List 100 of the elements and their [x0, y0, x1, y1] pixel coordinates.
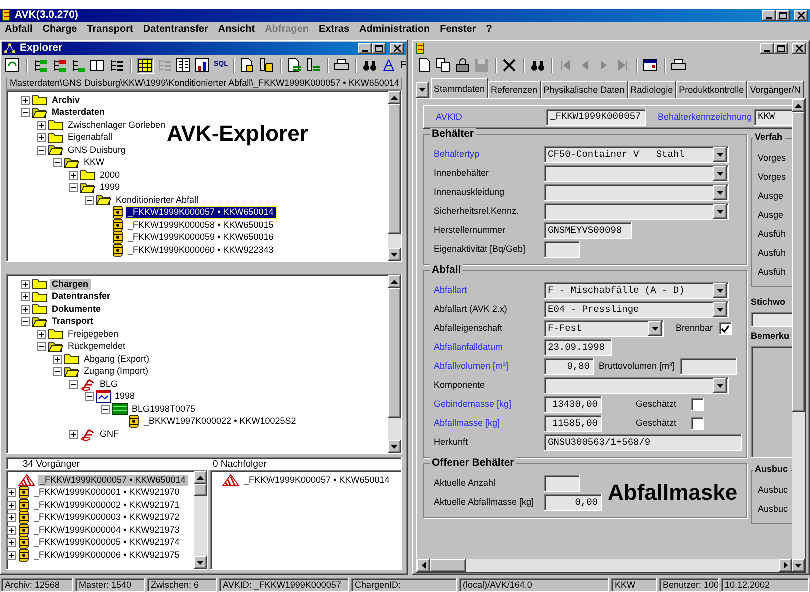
- input-field[interactable]: [544, 475, 580, 492]
- input-field[interactable]: _FKKW1999K000057: [546, 108, 646, 126]
- columns-icon[interactable]: [176, 58, 192, 73]
- tree-item[interactable]: 1999: [98, 182, 122, 194]
- tab[interactable]: Referenzen: [488, 81, 541, 98]
- tree-item[interactable]: Zugang (Import): [82, 366, 151, 378]
- lock-icon[interactable]: [455, 58, 471, 73]
- list-icon[interactable]: [306, 58, 322, 73]
- tree-item[interactable]: Zwischenlager Gorleben: [66, 120, 168, 131]
- copy-icon[interactable]: [436, 58, 452, 73]
- tab[interactable]: Vorgänger/N: [747, 81, 804, 98]
- tree-item[interactable]: _FKKW1999K000057 • KKW650014: [126, 207, 276, 218]
- expand-toggle[interactable]: [37, 133, 46, 142]
- tree-item[interactable]: GNF: [98, 428, 121, 440]
- tree-item[interactable]: _FKKW1999K000001 • KKW921970: [32, 487, 182, 498]
- expand-toggle[interactable]: [21, 280, 30, 289]
- collapse-toggle[interactable]: [53, 158, 62, 168]
- tree-item[interactable]: Archiv: [50, 94, 82, 106]
- collapse-toggle[interactable]: [101, 404, 110, 414]
- tree-item[interactable]: _FKKW1999K000060 • KKW922343: [126, 244, 276, 256]
- tree-item[interactable]: Abgang (Export): [82, 354, 152, 365]
- expand-toggle[interactable]: [7, 500, 16, 510]
- tree-item[interactable]: _FKKW1999K000058 • KKW650015: [126, 220, 276, 231]
- close-button[interactable]: [390, 43, 404, 54]
- menu-item[interactable]: Abfall: [5, 24, 33, 36]
- tree-item[interactable]: _FKKW1999K000005 • KKW921974: [32, 537, 182, 548]
- maximize-button[interactable]: [372, 43, 386, 54]
- tree-item[interactable]: Dokumente: [50, 304, 104, 315]
- input-field[interactable]: KKW: [754, 108, 792, 126]
- print-icon[interactable]: [671, 58, 687, 73]
- close-button[interactable]: [792, 43, 806, 54]
- horizontal-scrollbar[interactable]: [417, 559, 792, 572]
- tree-item[interactable]: _FKKW1999K000003 • KKW921972: [32, 512, 182, 524]
- dropdown-button[interactable]: [416, 82, 429, 98]
- menu-item[interactable]: Ansicht: [218, 24, 256, 36]
- input-field[interactable]: 9,80: [544, 358, 594, 375]
- input-field[interactable]: 23.09.1998: [544, 339, 612, 356]
- window-icon[interactable]: [90, 58, 106, 73]
- menu-item[interactable]: Transport: [87, 24, 134, 36]
- expand-toggle[interactable]: [7, 526, 16, 535]
- collapse-toggle[interactable]: [69, 183, 78, 192]
- expand-toggle[interactable]: [7, 550, 16, 560]
- minimize-button[interactable]: [762, 10, 776, 21]
- tree-item[interactable]: Konditionierter Abfall: [114, 194, 201, 206]
- tree-icon[interactable]: [109, 58, 125, 73]
- expand-toggle[interactable]: [69, 170, 78, 180]
- tree-icon[interactable]: [33, 58, 49, 73]
- expand-toggle[interactable]: [21, 96, 30, 105]
- scroll-thumb[interactable]: [792, 112, 805, 412]
- input-field[interactable]: 0,00: [544, 494, 602, 511]
- tree-item[interactable]: Freigegeben: [66, 328, 121, 340]
- close-button[interactable]: [794, 10, 808, 21]
- expand-toggle[interactable]: [69, 430, 78, 439]
- tab[interactable]: Stammdaten: [431, 78, 488, 98]
- tree-item[interactable]: 2000: [98, 170, 122, 181]
- tree-item[interactable]: _FKKW1999K000002 • KKW921971: [32, 500, 182, 511]
- expand-toggle[interactable]: [37, 120, 46, 130]
- collapse-toggle[interactable]: [37, 342, 46, 352]
- document-icon[interactable]: [240, 58, 256, 73]
- menu-item[interactable]: Extras: [318, 24, 350, 36]
- tree-item[interactable]: Transport: [50, 316, 96, 328]
- expand-toggle[interactable]: [53, 354, 62, 364]
- tab[interactable]: Radiologie: [628, 81, 676, 98]
- dropdown[interactable]: F - Mischabfälle (A - D): [544, 282, 729, 299]
- input-field[interactable]: [751, 312, 792, 327]
- tree-item[interactable]: _FKKW1999K000057 • KKW650014: [242, 474, 392, 486]
- maximize-button[interactable]: [776, 10, 790, 21]
- expand-toggle[interactable]: [21, 292, 30, 302]
- document-icon[interactable]: [417, 58, 433, 73]
- scroll-thumb[interactable]: [430, 559, 466, 572]
- tree-item[interactable]: _BKKW1997K000022 • KKW10025S2: [142, 416, 298, 428]
- tree-item[interactable]: Chargen: [50, 278, 91, 290]
- collapse-toggle[interactable]: [21, 317, 30, 326]
- collapse-toggle[interactable]: [69, 380, 78, 389]
- tab[interactable]: Produktkontrolle: [676, 81, 748, 98]
- tree-item[interactable]: BLG: [98, 378, 120, 390]
- vertical-scrollbar[interactable]: [792, 99, 805, 572]
- print-icon[interactable]: [334, 58, 350, 73]
- tree-item[interactable]: _FKKW1999K000057 • KKW650014: [38, 474, 188, 486]
- expand-toggle[interactable]: [7, 488, 16, 498]
- chart-icon[interactable]: [195, 58, 211, 73]
- tree-icon[interactable]: [52, 58, 68, 73]
- binoculars-icon[interactable]: [362, 58, 378, 73]
- tree-item[interactable]: 1998: [113, 391, 138, 402]
- tree-item[interactable]: Eigenabfall: [66, 132, 115, 144]
- collapse-toggle[interactable]: [21, 108, 30, 118]
- dropdown[interactable]: [544, 377, 729, 394]
- dropdown[interactable]: [544, 203, 729, 220]
- minimize-button[interactable]: [358, 43, 372, 54]
- tree-item[interactable]: _FKKW1999K000004 • KKW921973: [32, 524, 182, 536]
- vertical-scrollbar[interactable]: [388, 91, 401, 261]
- menu-item[interactable]: Datentransfer: [143, 24, 208, 36]
- tree-item[interactable]: GNS Duisburg: [66, 144, 128, 156]
- tree-item[interactable]: KKW: [82, 157, 107, 168]
- expand-toggle[interactable]: [37, 330, 46, 339]
- menu-item[interactable]: ?: [486, 24, 492, 36]
- collapse-toggle[interactable]: [85, 196, 94, 205]
- dropdown[interactable]: E04 - Presslinge: [544, 301, 729, 318]
- list-icon[interactable]: [287, 58, 304, 73]
- drum-icon[interactable]: [259, 58, 276, 73]
